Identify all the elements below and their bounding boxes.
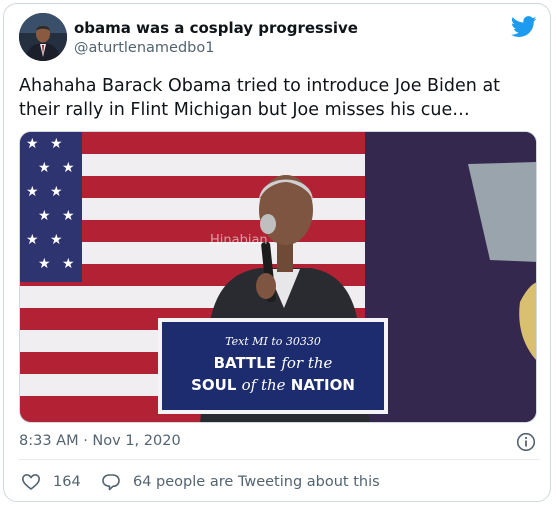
comment-bubble-icon [102, 474, 120, 491]
svg-text:★: ★ [62, 160, 75, 176]
sign-line-1: Text MI to 30330 [225, 335, 321, 348]
like-button[interactable]: 164 [21, 472, 81, 492]
tweeting-about-text: 64 people are Tweeting about this [133, 474, 380, 490]
display-name[interactable]: obama was a cosplay progressive [74, 19, 358, 37]
svg-text:★: ★ [50, 232, 63, 248]
tweet-media[interactable]: ★ ★ ★ ★ ★ ★ ★ ★ ★ ★ ★ ★ Hinabian Text MI to 30… [19, 131, 537, 423]
svg-text:★: ★ [38, 160, 51, 176]
svg-text:★: ★ [26, 136, 39, 152]
svg-text:★: ★ [38, 256, 51, 272]
tweet-timestamp[interactable]: 8:33 AM · Nov 1, 2020 [19, 433, 181, 449]
avatar[interactable] [19, 13, 67, 61]
info-icon[interactable] [516, 432, 536, 452]
svg-text:★: ★ [62, 256, 75, 272]
tweet-text: Ahahaha Barack Obama tried to introduce … [19, 76, 501, 120]
watermark: Hinabian [210, 233, 268, 248]
rally-video-frame: ★ ★ ★ ★ ★ ★ ★ ★ ★ ★ ★ ★ Hinabian Text MI to 30… [20, 132, 536, 422]
like-count: 164 [53, 474, 81, 490]
twitter-bird-icon[interactable] [511, 16, 537, 38]
svg-text:★: ★ [26, 184, 39, 200]
reply-button[interactable]: 64 people are Tweeting about this [101, 472, 380, 492]
svg-text:★: ★ [50, 136, 63, 152]
sign-line-3: SOUL of the NATION [191, 376, 355, 394]
svg-text:★: ★ [26, 232, 39, 248]
sign-line-2: BATTLE for the [214, 354, 333, 372]
divider [19, 459, 540, 460]
user-handle[interactable]: @aturtlenamedbo1 [74, 40, 214, 56]
svg-text:★: ★ [38, 208, 51, 224]
heart-icon [22, 474, 40, 490]
svg-text:★: ★ [62, 208, 75, 224]
svg-text:★: ★ [50, 184, 63, 200]
